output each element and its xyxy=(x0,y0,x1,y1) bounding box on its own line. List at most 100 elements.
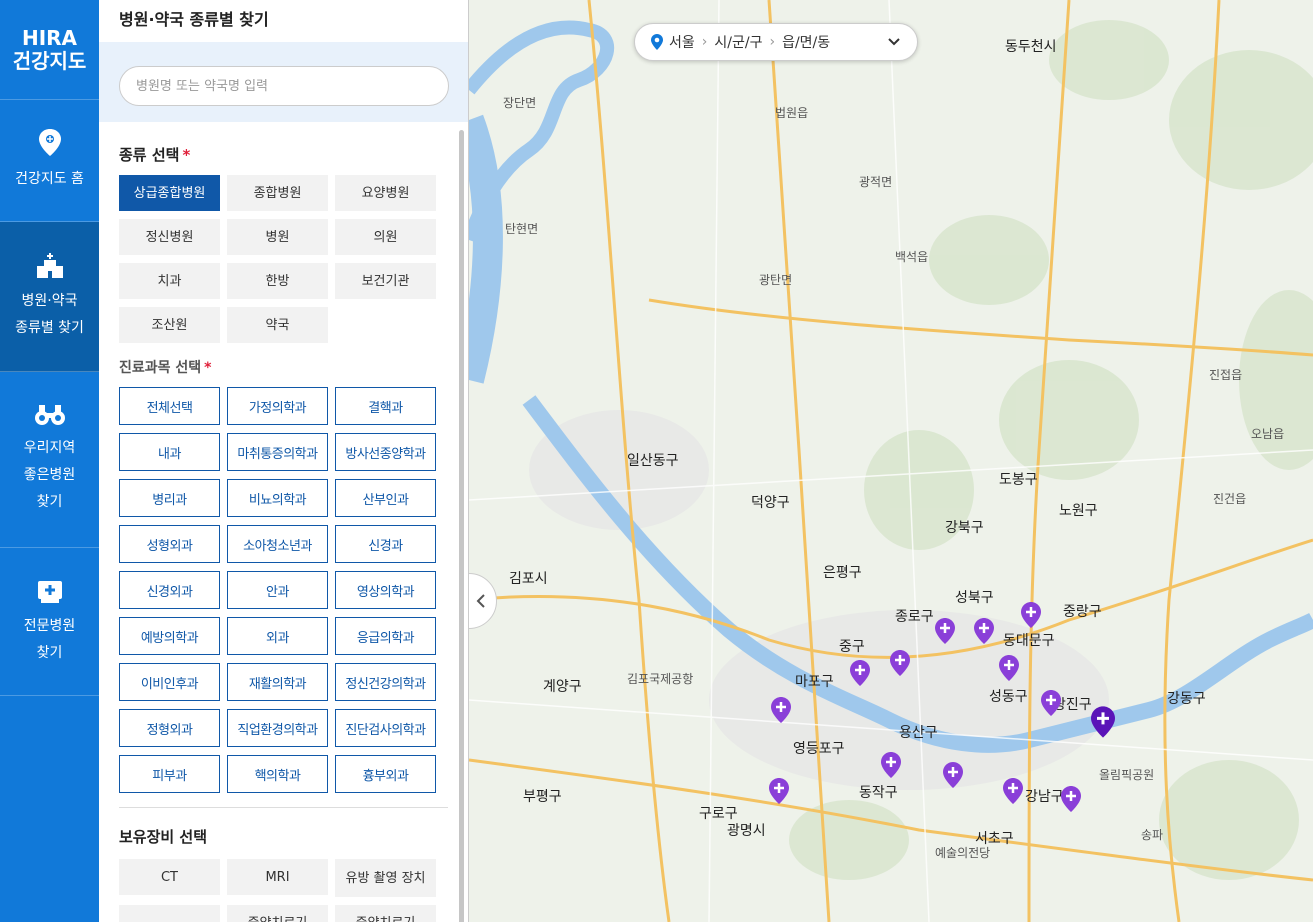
type-button[interactable]: 한방 xyxy=(227,263,328,299)
region-district[interactable]: 시/군/구 xyxy=(714,32,762,52)
dept-button[interactable]: 산부인과 xyxy=(335,479,436,517)
dept-button[interactable]: 정신건강의학과 xyxy=(335,663,436,701)
map-label: 예술의전당 xyxy=(935,846,991,860)
map-label: 송파 xyxy=(1141,828,1164,842)
dept-button[interactable]: 피부과 xyxy=(119,755,220,793)
type-button[interactable]: 조산원 xyxy=(119,307,220,343)
dept-button[interactable]: 재활의학과 xyxy=(227,663,328,701)
type-button[interactable]: 요양병원 xyxy=(335,175,436,211)
map-label: 도봉구 xyxy=(999,472,1038,488)
nav-item-home[interactable]: 건강지도 홈 xyxy=(0,100,99,222)
dept-button[interactable]: 외과 xyxy=(227,617,328,655)
dept-button[interactable]: 신경과 xyxy=(335,525,436,563)
map-view[interactable]: 서울 › 시/군/구 › 읍/면/동 동두천시 법원읍 장단면 광적면 탄현면 … xyxy=(469,0,1313,922)
map-label: 성동구 xyxy=(989,689,1028,705)
region-city[interactable]: 서울 xyxy=(669,32,695,52)
hospital-pin-icon[interactable] xyxy=(1021,602,1041,628)
dept-button[interactable]: 내과 xyxy=(119,433,220,471)
dept-button[interactable]: 정형외과 xyxy=(119,709,220,747)
dept-button[interactable]: 가정의학과 xyxy=(227,387,328,425)
equip-button[interactable]: CT xyxy=(119,859,220,895)
left-nav: HIRA 건강지도 건강지도 홈 병원·약국 종류별 찾기 우리지역 좋은병원 … xyxy=(0,0,99,922)
dept-button[interactable]: 이비인후과 xyxy=(119,663,220,701)
hospital-pin-icon[interactable] xyxy=(943,762,963,788)
dept-button[interactable]: 직업환경의학과 xyxy=(227,709,328,747)
map-label: 노원구 xyxy=(1059,503,1098,519)
dept-button[interactable]: 응급의학과 xyxy=(335,617,436,655)
map-label: 강북구 xyxy=(945,520,984,536)
hospital-pin-icon[interactable] xyxy=(974,618,994,644)
dept-button[interactable]: 진단검사의학과 xyxy=(335,709,436,747)
nav-label: 병원·약국 xyxy=(21,292,78,309)
region-selector[interactable]: 서울 › 시/군/구 › 읍/면/동 xyxy=(634,23,918,61)
dept-button[interactable]: 마취통증의학과 xyxy=(227,433,328,471)
nav-label: 종류별 찾기 xyxy=(15,319,84,336)
hospital-pin-icon[interactable] xyxy=(999,655,1019,681)
chevron-down-icon[interactable] xyxy=(887,37,901,47)
hospital-pin-icon[interactable] xyxy=(771,697,791,723)
map-label: 광탄면 xyxy=(759,273,793,287)
type-button-grid: 상급종합병원 종합병원 요양병원정신병원 병원 의원치과 한방 보건기관조산원 약국 xyxy=(119,175,448,343)
hospital-pin-icon[interactable] xyxy=(935,618,955,644)
type-button[interactable]: 종합병원 xyxy=(227,175,328,211)
nav-label: 찾기 xyxy=(36,494,63,510)
hospital-pin-icon[interactable] xyxy=(1003,778,1023,804)
required-mark: * xyxy=(182,146,191,164)
type-button[interactable]: 정신병원 xyxy=(119,219,220,255)
dept-button[interactable]: 소아청소년과 xyxy=(227,525,328,563)
hira-logo[interactable]: HIRA 건강지도 xyxy=(0,0,99,100)
dept-button[interactable]: 안과 xyxy=(227,571,328,609)
dept-button[interactable]: 영상의학과 xyxy=(335,571,436,609)
dept-button[interactable]: 흉부외과 xyxy=(335,755,436,793)
type-button[interactable]: 병원 xyxy=(227,219,328,255)
dept-button[interactable]: 성형외과 xyxy=(119,525,220,563)
map-label: 중구 xyxy=(839,639,865,655)
hospital-pin-icon[interactable] xyxy=(890,650,910,676)
dept-button[interactable]: 방사선종양학과 xyxy=(335,433,436,471)
dept-button[interactable]: 신경외과 xyxy=(119,571,220,609)
binoculars-icon xyxy=(34,405,65,425)
map-pin-icon xyxy=(38,129,61,156)
hospital-pin-icon[interactable] xyxy=(1041,690,1061,716)
equip-button[interactable]: 증양치료기 xyxy=(335,905,436,922)
type-button[interactable]: 의원 xyxy=(335,219,436,255)
hospital-pin-icon[interactable] xyxy=(881,752,901,778)
selected-hospital-pin-icon[interactable] xyxy=(1091,706,1115,738)
nav-item-specialty[interactable]: 전문병원 찾기 xyxy=(0,548,99,696)
map-label: 용산구 xyxy=(899,725,938,741)
map-label: 성북구 xyxy=(955,590,994,606)
type-button[interactable]: 상급종합병원 xyxy=(119,175,220,211)
map-label: 부평구 xyxy=(523,789,562,805)
hospital-pin-icon[interactable] xyxy=(769,778,789,804)
chevron-right-icon: › xyxy=(701,34,708,50)
region-town[interactable]: 읍/면/동 xyxy=(782,32,830,52)
hospital-pin-icon[interactable] xyxy=(850,660,870,686)
section-divider xyxy=(119,807,448,808)
dept-button[interactable]: 전체선택 xyxy=(119,387,220,425)
nav-label: 좋은병원 xyxy=(23,467,76,483)
map-label: 동대문구 xyxy=(1003,633,1055,649)
equip-button[interactable]: 증양치료기 xyxy=(227,905,328,922)
equip-section-title: 보유장비 선택 xyxy=(119,828,208,846)
search-input[interactable] xyxy=(119,66,449,106)
hospital-pin-icon[interactable] xyxy=(1061,786,1081,812)
dept-button[interactable]: 비뇨의학과 xyxy=(227,479,328,517)
nav-item-good-hospital[interactable]: 우리지역 좋은병원 찾기 xyxy=(0,372,99,548)
nav-label: 찾기 xyxy=(36,644,63,661)
panel-scrollbar[interactable] xyxy=(459,130,464,922)
map-label: 동두천시 xyxy=(1005,39,1057,55)
dept-button[interactable]: 병리과 xyxy=(119,479,220,517)
equip-button[interactable]: 유방 촬영 장치 xyxy=(335,859,436,897)
nav-item-type-search[interactable]: 병원·약국 종류별 찾기 xyxy=(0,222,99,372)
type-button[interactable]: 보건기관 xyxy=(335,263,436,299)
map-label: 장단면 xyxy=(503,96,537,110)
type-button[interactable]: 치과 xyxy=(119,263,220,299)
equip-button[interactable] xyxy=(119,905,220,922)
equip-button[interactable]: MRI xyxy=(227,859,328,895)
type-button[interactable]: 약국 xyxy=(227,307,328,343)
panel-body: 종류 선택 * 상급종합병원 종합병원 요양병원 정신병원 병원 의원 치과 한방 보건기관 조산원… xyxy=(99,122,468,922)
dept-button[interactable]: 핵의학과 xyxy=(227,755,328,793)
dept-button[interactable]: 결핵과 xyxy=(335,387,436,425)
map-label: 중랑구 xyxy=(1063,604,1102,620)
dept-button[interactable]: 예방의학과 xyxy=(119,617,220,655)
